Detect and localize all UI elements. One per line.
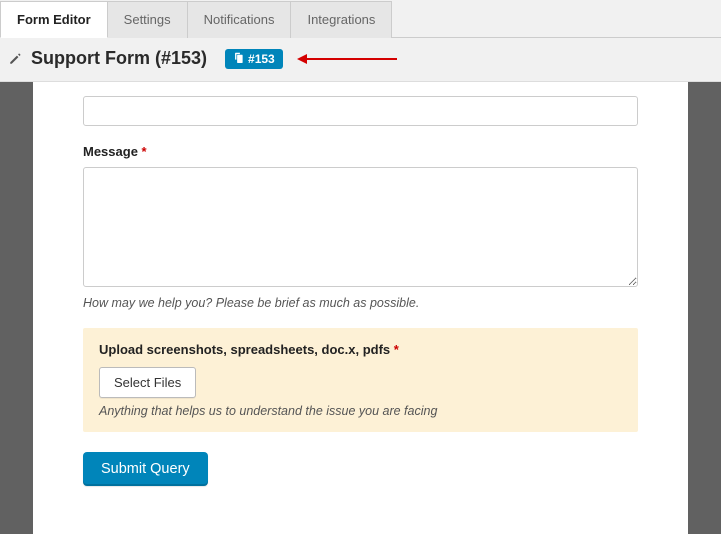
annotation-arrow — [297, 54, 397, 64]
tab-bar: Form Editor Settings Notifications Integ… — [0, 0, 721, 38]
tab-integrations[interactable]: Integrations — [291, 1, 392, 38]
tab-form-editor[interactable]: Form Editor — [0, 1, 108, 38]
required-mark: * — [142, 144, 147, 159]
select-files-button[interactable]: Select Files — [99, 367, 196, 398]
upload-label: Upload screenshots, spreadsheets, doc.x,… — [99, 342, 622, 357]
edit-icon — [8, 51, 23, 66]
submit-button[interactable]: Submit Query — [83, 452, 208, 486]
message-label: Message * — [83, 144, 638, 159]
message-help: How may we help you? Please be brief as … — [83, 296, 638, 310]
page-title: Support Form (#153) — [31, 48, 207, 69]
message-field: Message * How may we help you? Please be… — [83, 144, 638, 310]
form-id-text: #153 — [248, 52, 275, 66]
copy-icon — [233, 52, 244, 66]
prev-text-input[interactable] — [83, 96, 638, 126]
title-bar: Support Form (#153) #153 — [0, 38, 721, 82]
upload-field: Upload screenshots, spreadsheets, doc.x,… — [83, 328, 638, 432]
upload-label-text: Upload screenshots, spreadsheets, doc.x,… — [99, 342, 390, 357]
editor-canvas: Message * How may we help you? Please be… — [0, 82, 721, 534]
tab-notifications[interactable]: Notifications — [188, 1, 292, 38]
message-textarea[interactable] — [83, 167, 638, 287]
form-id-badge[interactable]: #153 — [225, 49, 283, 69]
upload-help: Anything that helps us to understand the… — [99, 404, 622, 418]
tab-settings[interactable]: Settings — [108, 1, 188, 38]
message-label-text: Message — [83, 144, 138, 159]
form-panel: Message * How may we help you? Please be… — [33, 82, 688, 534]
left-gutter — [0, 82, 33, 534]
prev-field — [83, 96, 638, 126]
required-mark: * — [394, 342, 399, 357]
right-gutter — [688, 82, 721, 534]
